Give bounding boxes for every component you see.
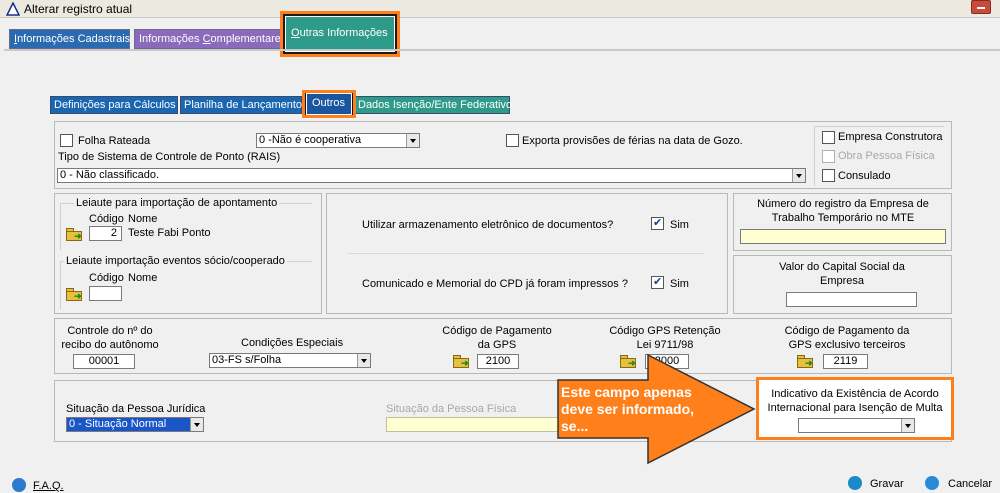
app-triangle-icon [6, 2, 20, 16]
codigo-label: Código [89, 213, 124, 225]
capital-social-label: Valor do Capital Social da Empresa [779, 261, 905, 287]
folha-rateada-label: Folha Rateada [78, 135, 151, 147]
open-folder-icon[interactable]: ➜ [66, 228, 84, 241]
codigo-gps-retencao-label: Código GPS Retenção Lei 9711/98 [609, 325, 721, 351]
controle-recibo-label: Controle do nº do recibo do autônomo [61, 325, 159, 351]
consulado-label: Consulado [838, 170, 891, 182]
faq-link[interactable]: F.A.Q. [33, 480, 64, 492]
codigo-gps-input[interactable]: 2100 [477, 354, 519, 369]
capital-social-input[interactable] [786, 292, 917, 307]
tab-informacoes-complementares[interactable]: Informações Complementares [134, 29, 286, 49]
tab-label-part: utras Informações [299, 27, 388, 39]
leiaute-eventos-title: Leiaute importação eventos sócio/coopera… [64, 255, 287, 267]
obra-pessoa-fisica-checkbox[interactable] [822, 150, 835, 163]
indicativo-select[interactable] [798, 418, 915, 433]
leiaute-apontamento-nome: Teste Fabi Ponto [128, 227, 211, 239]
exporta-provisoes-label: Exporta provisões de férias na data de G… [522, 135, 743, 147]
open-folder-icon[interactable]: ➜ [797, 355, 815, 368]
situacao-pj-label: Situação da Pessoa Jurídica [66, 403, 206, 415]
condicoes-especiais-label: Condições Especiais [241, 337, 344, 349]
empresa-construtora-checkbox[interactable] [822, 131, 835, 144]
condicoes-especiais-value: 03-FS s/Folha [212, 354, 282, 366]
situacao-pf-label: Situação da Pessoa Física [386, 403, 517, 415]
tab-strip-divider [4, 49, 1000, 51]
subtab-planilha-lancamentos[interactable]: Planilha de Lançamentos [180, 96, 308, 114]
nome-label: Nome [128, 213, 158, 225]
cooperativa-select[interactable]: 0 -Não é cooperativa [256, 133, 420, 148]
comunicado-sim-label: Sim [670, 278, 689, 290]
registro-mte-label: Número do registro da Empresa de Trabalh… [757, 198, 929, 224]
indicativo-label: Indicativo da Existência de Acordo Inter… [767, 388, 943, 414]
open-folder-icon[interactable]: ➜ [453, 355, 471, 368]
codigo-gps-terceiros-input[interactable]: 2119 [823, 354, 868, 369]
chevron-down-icon [406, 134, 419, 147]
leiaute-eventos-group [60, 261, 312, 309]
chevron-down-icon [901, 419, 914, 432]
situacao-pf-select[interactable] [386, 417, 566, 432]
codigo-label: Código [89, 272, 124, 284]
cancelar-button[interactable]: Cancelar [948, 478, 992, 490]
subtab-dados-isencao[interactable]: Dados Isenção/Ente Federativo [354, 96, 512, 114]
open-folder-icon[interactable]: ➜ [66, 288, 84, 301]
gravar-button[interactable]: Gravar [870, 478, 904, 490]
window-close-button[interactable] [971, 0, 991, 14]
consulado-checkbox[interactable] [822, 169, 835, 182]
tab-label-part: nformações Cadastrais [17, 33, 131, 45]
tab-informacoes-cadastrais[interactable]: Informações Cadastrais [9, 29, 130, 49]
obra-pessoa-fisica-label: Obra Pessoa Física [838, 150, 935, 162]
gravar-icon[interactable] [848, 476, 862, 490]
comunicado-label: Comunicado e Memorial do CPD já foram im… [362, 278, 628, 290]
tab-outras-informacoes[interactable]: Outras Informações [285, 16, 395, 52]
exporta-provisoes-checkbox[interactable] [506, 134, 519, 147]
situacao-pj-select[interactable]: 0 - Situação Normal [66, 417, 204, 432]
tipo-sistema-label: Tipo de Sistema de Controle de Ponto (RA… [58, 151, 281, 163]
folha-rateada-checkbox[interactable] [60, 134, 73, 147]
situacao-pj-value: 0 - Situação Normal [69, 418, 167, 430]
window-title: Alterar registro atual [24, 2, 133, 16]
registro-mte-input[interactable] [740, 229, 946, 244]
tab-label-part: Informações [139, 33, 203, 45]
faq-help-icon[interactable] [12, 478, 26, 492]
callout-text: Este campo apenas deve ser informado, se… [561, 384, 695, 434]
armazenamento-checkbox[interactable] [651, 216, 664, 230]
codigo-gps-terceiros-label: Código de Pagamento da GPS exclusivo ter… [784, 325, 910, 351]
empresa-construtora-label: Empresa Construtora [838, 131, 943, 143]
leiaute-apontamento-codigo-input[interactable]: 2 [89, 226, 122, 241]
cooperativa-value: 0 -Não é cooperativa [259, 134, 362, 146]
divider [348, 253, 704, 254]
condicoes-especiais-select[interactable]: 03-FS s/Folha [209, 353, 371, 368]
codigo-gps-label: Código de Pagamento da GPS [442, 325, 552, 351]
leiaute-eventos-codigo-input[interactable] [89, 286, 122, 301]
chevron-down-icon [190, 418, 203, 431]
tipo-sistema-select[interactable]: 0 - Não classificado. [57, 168, 806, 183]
window-title-bar [0, 0, 1000, 18]
tab-label-part: omplementares [210, 33, 287, 45]
tab-label-mnemonic: C [202, 33, 211, 45]
nome-label: Nome [128, 272, 158, 284]
subtab-outros[interactable]: Outros [306, 93, 352, 115]
controle-recibo-input[interactable]: 00001 [73, 354, 135, 369]
comunicado-checkbox[interactable] [651, 275, 664, 289]
tipo-sistema-value: 0 - Não classificado. [60, 169, 160, 181]
cancelar-icon[interactable] [925, 476, 939, 490]
chevron-down-icon [357, 354, 370, 367]
armazenamento-label: Utilizar armazenamento eletrônico de doc… [362, 219, 614, 231]
armazenamento-sim-label: Sim [670, 219, 689, 231]
tab-label-mnemonic: O [291, 27, 300, 39]
leiaute-apontamento-title: Leiaute para importação de apontamento [74, 197, 280, 209]
subtab-definicoes-calculos[interactable]: Definições para Cálculos [50, 96, 178, 114]
chevron-down-icon [792, 169, 805, 182]
